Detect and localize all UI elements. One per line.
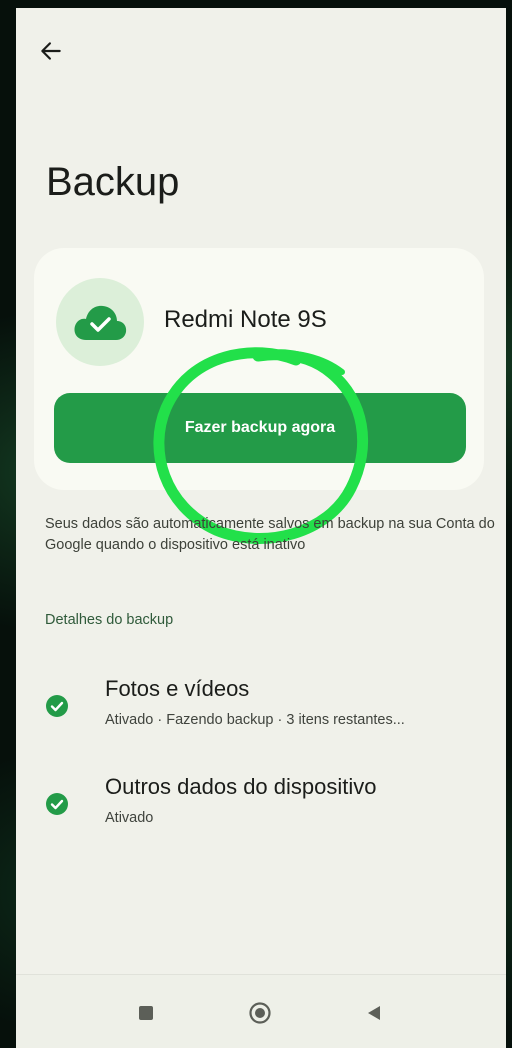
nav-back-button[interactable]	[356, 995, 392, 1031]
back-button[interactable]	[38, 38, 64, 64]
item-subtitle: Ativado · Fazendo backup · 3 itens resta…	[105, 712, 405, 728]
item-title: Fotos e vídeos	[105, 676, 250, 701]
item-title: Outros dados do dispositivo	[105, 774, 377, 799]
circle-icon	[249, 1002, 271, 1024]
page-title: Backup	[46, 160, 180, 204]
system-nav-bar	[16, 974, 506, 1048]
arrow-left-icon	[41, 42, 61, 60]
list-item-photos-videos[interactable]: Fotos e vídeos Ativado · Fazendo backup …	[45, 676, 495, 746]
device-name: Redmi Note 9S	[164, 306, 327, 333]
device-avatar	[56, 278, 144, 366]
phone-screen: Backup Redmi Note 9S Fazer backup agora …	[16, 8, 506, 1048]
triangle-back-icon	[368, 1006, 380, 1020]
device-card: Redmi Note 9S Fazer backup agora	[34, 248, 484, 490]
item-subtitle: Ativado	[105, 810, 154, 826]
backup-details-header: Detalhes do backup	[45, 612, 174, 628]
cloud-check-icon	[74, 305, 127, 340]
backup-description: Seus dados são automaticamente salvos em…	[45, 516, 495, 553]
backup-now-button[interactable]: Fazer backup agora	[54, 393, 466, 463]
list-item-other-device-data[interactable]: Outros dados do dispositivo Ativado	[45, 774, 495, 844]
nav-home-button[interactable]	[242, 995, 278, 1031]
nav-recents-button[interactable]	[128, 995, 164, 1031]
square-icon	[139, 1006, 153, 1020]
background-frame: Backup Redmi Note 9S Fazer backup agora …	[0, 0, 512, 1048]
check-circle-icon	[46, 793, 68, 815]
check-circle-icon	[46, 695, 68, 717]
